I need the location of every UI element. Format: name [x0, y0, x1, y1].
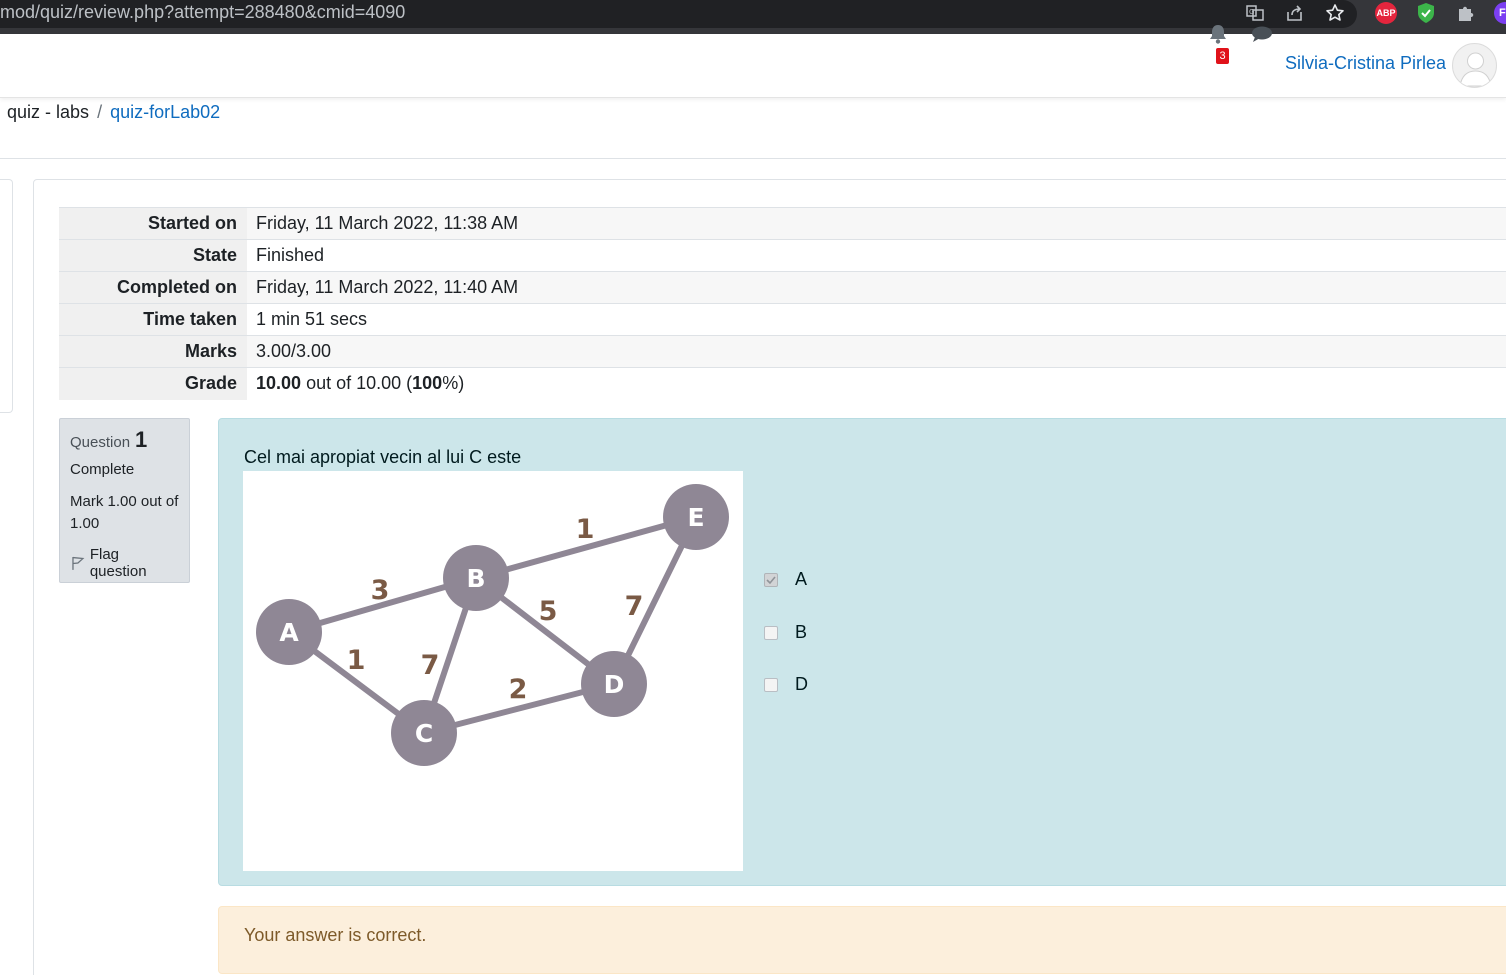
- summary-value-marks: 3.00/3.00: [247, 335, 1506, 368]
- grade-score: 10.00: [256, 373, 302, 394]
- table-row: Time taken 1 min 51 secs: [59, 303, 1506, 336]
- answer-option-d[interactable]: D: [764, 674, 808, 695]
- grade-percent: 100: [412, 373, 443, 394]
- question-text: Cel mai apropiat vecin al lui C este: [244, 447, 522, 467]
- translate-icon[interactable]: G: [1244, 2, 1266, 24]
- table-row: Grade 10.00 out of 10.00 (100%): [59, 367, 1506, 400]
- flag-question-label: Flag question: [89, 546, 147, 580]
- browser-toolbar: mod/quiz/review.php?attempt=288480&cmid=…: [0, 0, 1506, 34]
- grade-out-of: out of 10.00: [306, 373, 402, 394]
- breadcrumb-item-quiz-forlab02[interactable]: quiz-forLab02: [110, 102, 220, 122]
- summary-value-completed-on: Friday, 11 March 2022, 11:40 AM: [247, 271, 1506, 304]
- table-row: Marks 3.00/3.00: [59, 335, 1506, 368]
- summary-value-grade: 10.00 out of 10.00 (100%): [247, 367, 1506, 400]
- quiz-review-summary-table: Started on Friday, 11 March 2022, 11:38 …: [59, 207, 1506, 400]
- answer-option-b[interactable]: B: [764, 622, 807, 643]
- edge-weight-b-d: 5: [539, 596, 558, 627]
- table-row: Started on Friday, 11 March 2022, 11:38 …: [59, 207, 1506, 240]
- question-word: Question: [70, 434, 131, 451]
- adblock-extension-icon[interactable]: ABP: [1375, 2, 1397, 24]
- browser-profile-avatar[interactable]: F: [1494, 2, 1506, 24]
- messages-chat-icon[interactable]: [1250, 23, 1274, 50]
- address-bar-url[interactable]: mod/quiz/review.php?attempt=288480&cmid=…: [0, 2, 405, 23]
- breadcrumb: /quiz - labs/quiz-forLab02: [0, 102, 220, 123]
- question-mark: Mark 1.00 out of 1.00: [70, 493, 179, 532]
- edge-weight-c-d: 2: [509, 674, 528, 705]
- summary-value-state: Finished: [247, 239, 1506, 272]
- answer-checkbox-b[interactable]: [764, 625, 778, 640]
- question-graph-image: 3 1 7 5 1 2 7 A B C D E: [243, 471, 743, 871]
- summary-value-time-taken: 1 min 51 secs: [247, 303, 1506, 336]
- graph-node-label-c: C: [415, 719, 433, 748]
- edge-weight-b-c: 7: [421, 650, 440, 681]
- answer-label-b: B: [795, 622, 808, 642]
- question-number: Question 1: [70, 427, 179, 453]
- user-avatar[interactable]: [1452, 43, 1497, 88]
- summary-label-time-taken: Time taken: [59, 303, 247, 336]
- table-row: Completed on Friday, 11 March 2022, 11:4…: [59, 271, 1506, 304]
- bookmark-star-icon[interactable]: [1324, 2, 1346, 24]
- flag-question-button[interactable]: Flag question: [70, 546, 179, 580]
- edge-weight-b-e: 1: [576, 514, 595, 545]
- graph-node-label-d: D: [604, 670, 625, 699]
- question-state: Complete: [70, 461, 135, 478]
- page-header-divider: [0, 158, 1506, 159]
- answer-checkbox-d[interactable]: [764, 677, 778, 692]
- extensions-puzzle-icon[interactable]: [1455, 2, 1477, 24]
- summary-label-marks: Marks: [59, 335, 247, 368]
- summary-label-state: State: [59, 239, 247, 272]
- question-formulation: Cel mai apropiat vecin al lui C este 3 1…: [218, 418, 1506, 886]
- share-icon[interactable]: [1284, 2, 1306, 24]
- summary-label-grade: Grade: [59, 367, 247, 400]
- site-navbar: [0, 34, 1506, 98]
- notification-count-badge: 3: [1216, 48, 1229, 64]
- summary-label-started-on: Started on: [59, 207, 247, 240]
- grade-percent-suffix: %: [442, 373, 459, 394]
- address-bar[interactable]: mod/quiz/review.php?attempt=288480&cmid=…: [0, 0, 1357, 28]
- answer-checkbox-a[interactable]: [764, 572, 778, 587]
- shield-extension-icon[interactable]: [1415, 2, 1437, 24]
- table-row: State Finished: [59, 239, 1506, 272]
- summary-label-completed-on: Completed on: [59, 271, 247, 304]
- answer-label-a: A: [795, 569, 808, 589]
- graph-node-label-b: B: [466, 564, 485, 593]
- question-number-value: 1: [135, 427, 148, 452]
- svg-text:G: G: [1249, 8, 1254, 16]
- answer-feedback: Your answer is correct.: [218, 906, 1506, 974]
- breadcrumb-item-quiz-labs[interactable]: quiz - labs: [7, 102, 89, 122]
- graph-node-label-e: E: [687, 503, 704, 532]
- answer-option-a[interactable]: A: [764, 569, 807, 590]
- breadcrumb-separator: /: [97, 102, 103, 122]
- edge-weight-a-c: 1: [347, 645, 366, 676]
- feedback-text: Your answer is correct.: [244, 925, 427, 945]
- flag-icon: [72, 556, 85, 570]
- answer-label-d: D: [795, 674, 808, 694]
- user-menu-name[interactable]: Silvia-Cristina Pirlea: [1285, 53, 1446, 74]
- edge-weight-a-b: 3: [371, 575, 390, 606]
- left-block-panel: [0, 179, 13, 413]
- notification-bell-icon[interactable]: [1207, 23, 1229, 50]
- edge-weight-d-e: 7: [625, 591, 644, 622]
- graph-node-label-a: A: [279, 618, 299, 647]
- summary-value-started-on: Friday, 11 March 2022, 11:38 AM: [247, 207, 1506, 240]
- question-info-box: Question 1 Complete Mark 1.00 out of 1.0…: [59, 418, 190, 583]
